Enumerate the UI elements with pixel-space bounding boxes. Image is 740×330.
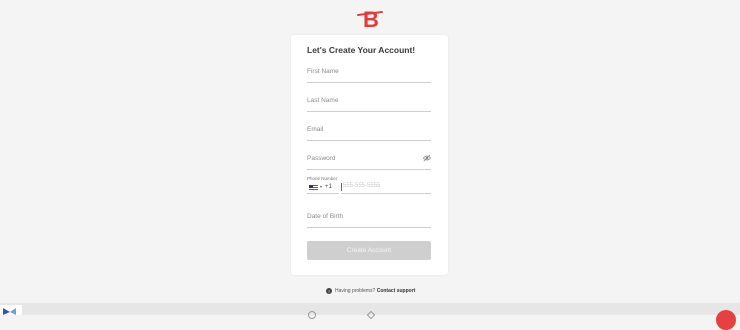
last-name-field[interactable]: Last Name [307,95,431,112]
logo-letter: B [363,7,379,30]
brand-logo: B [357,7,383,30]
first-name-field[interactable]: First Name [307,66,431,83]
contact-support-link[interactable]: Contact support [377,288,416,294]
us-flag-icon [309,185,318,191]
form-title: Let's Create Your Account! [307,45,416,55]
chat-bubble-icon[interactable] [716,310,736,330]
dob-placeholder: Date of Birth [307,213,344,220]
show-password-icon[interactable] [423,154,431,162]
phone-placeholder: 555-555-5555 [343,183,381,189]
first-name-placeholder: First Name [307,68,339,75]
dob-field[interactable]: Date of Birth [307,211,431,228]
help-text: Having problems? [335,288,376,294]
signup-card: Let's Create Your Account! First Name La… [291,35,448,275]
phone-input[interactable]: 555-555-5555 [341,182,431,194]
last-name-placeholder: Last Name [307,97,339,104]
text-cursor [341,183,342,191]
help-line: ? Having problems? Contact support [326,288,415,294]
phone-field: ▾ +1 555-555-5555 [307,181,431,194]
password-placeholder: Password [307,155,336,162]
password-field[interactable]: Password [307,153,431,170]
footer-bar [0,303,740,330]
country-code-select[interactable]: ▾ +1 [307,182,339,194]
chevron-down-icon: ▾ [320,184,323,189]
email-placeholder: Email [307,126,324,133]
email-field[interactable]: Email [307,124,431,141]
footer-diamond-icon [366,310,376,320]
footer-circle-icon [308,311,316,319]
country-code: +1 [325,184,332,190]
footer-badge[interactable] [0,305,22,315]
question-icon: ? [326,288,332,294]
create-account-button[interactable]: Create Account [307,241,431,260]
